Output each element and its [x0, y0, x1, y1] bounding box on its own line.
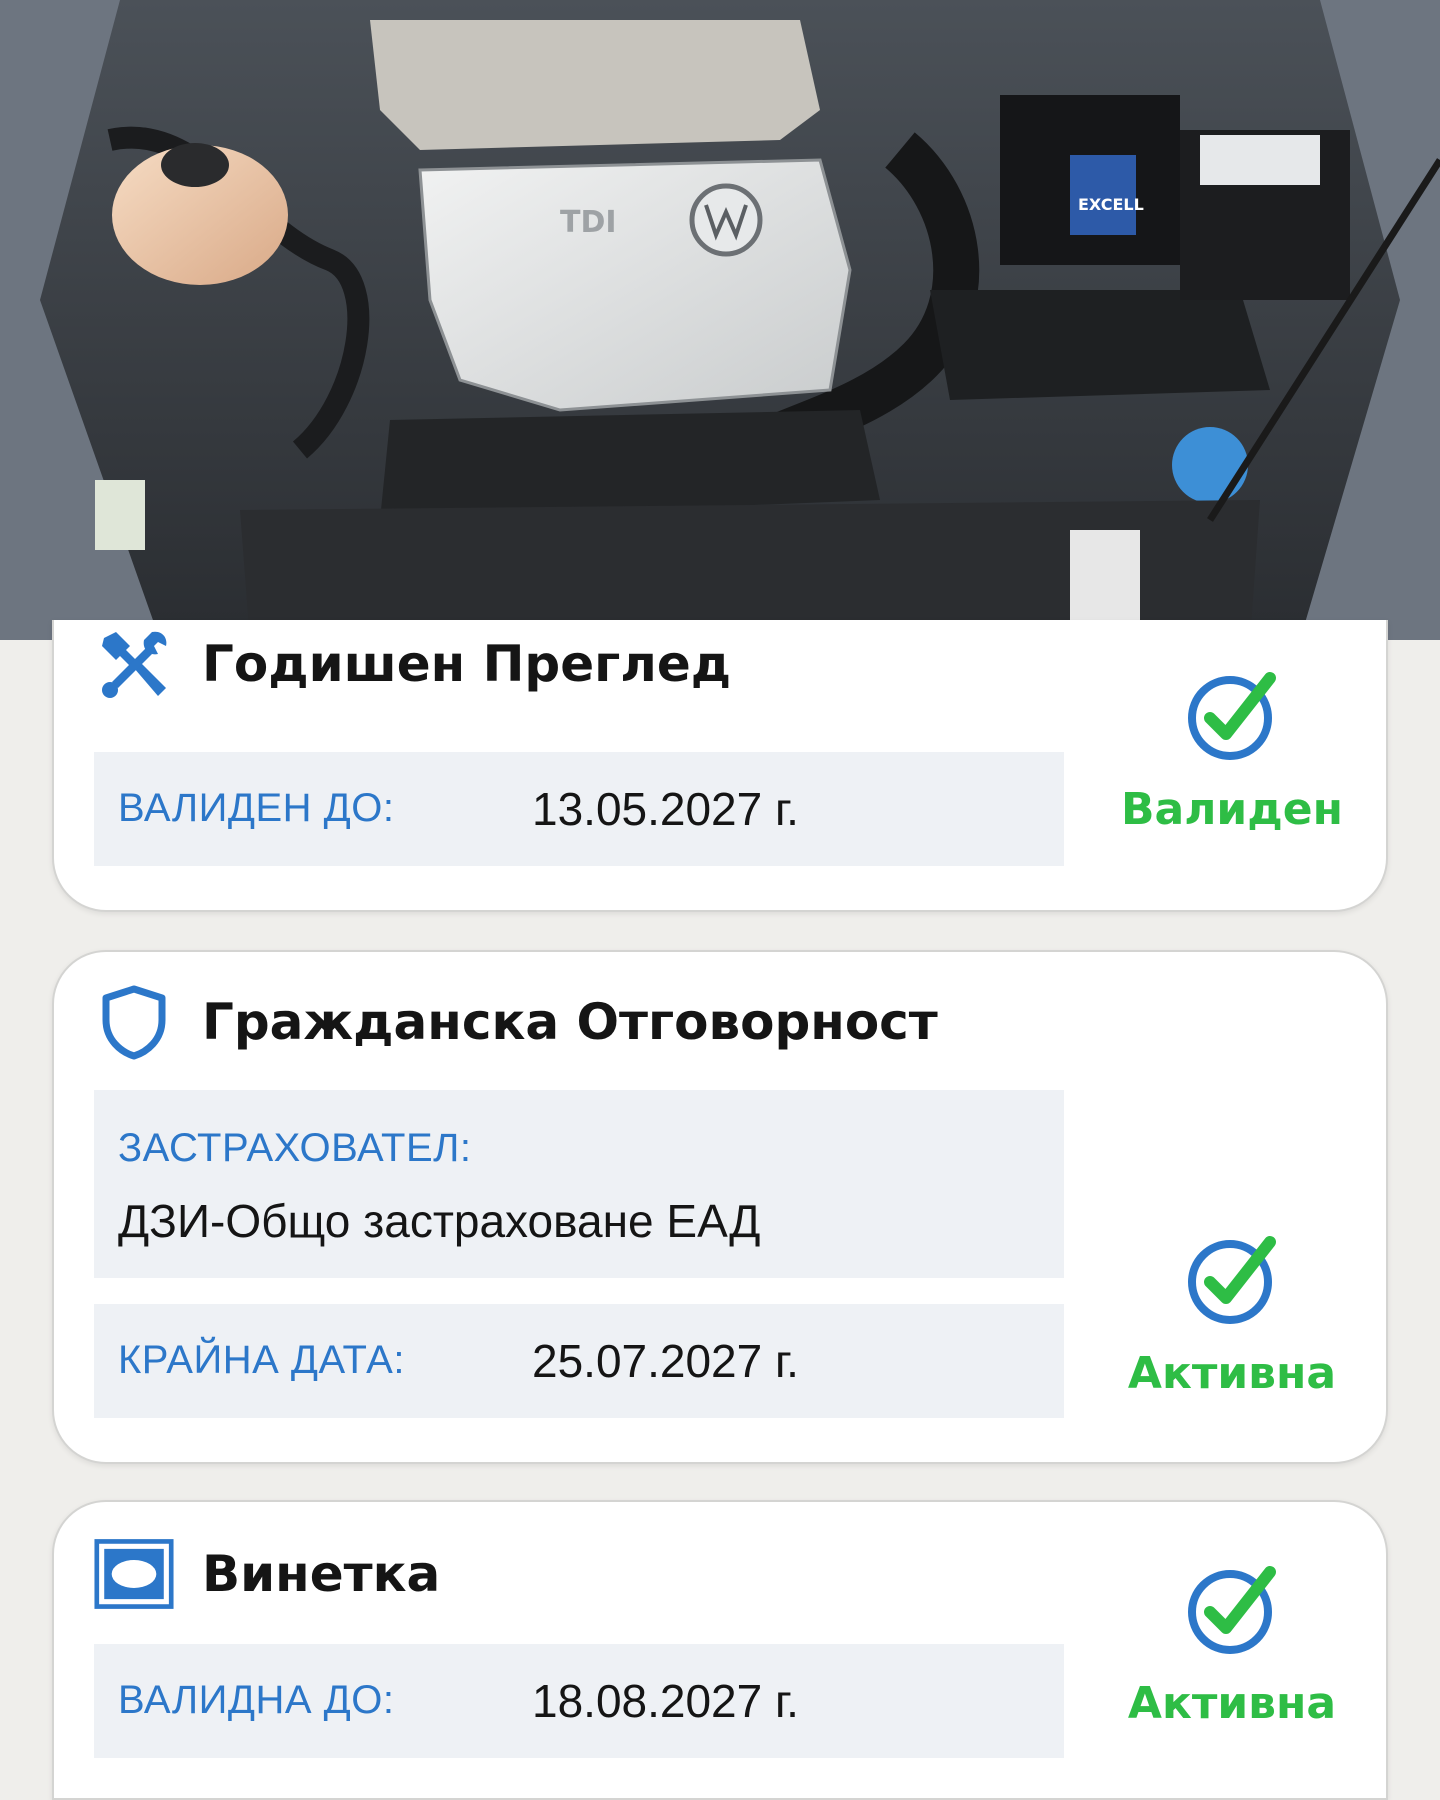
vignette-title: Винетка	[94, 1534, 440, 1614]
vignette-valid-until-value: 18.08.2027 г.	[532, 1675, 799, 1727]
check-circle-icon	[1186, 1234, 1278, 1330]
inspection-status-text: Валиден	[1120, 784, 1344, 835]
vignette-valid-until-label: ВАЛИДНА ДО:	[118, 1678, 395, 1722]
insurance-card[interactable]: Гражданска Отговорност ЗАСТРАХОВАТЕЛ: ДЗ…	[52, 950, 1388, 1464]
insurance-end-date-row: КРАЙНА ДАТА: 25.07.2027 г.	[94, 1304, 1064, 1418]
insurance-title-text: Гражданска Отговорност	[202, 993, 938, 1051]
insurer-value: ДЗИ-Общо застраховане ЕАД	[118, 1195, 761, 1247]
inspection-title-text: Годишен Преглед	[202, 635, 732, 693]
inspection-status: Валиден	[1102, 670, 1362, 835]
insurance-end-date-label: КРАЙНА ДАТА:	[118, 1338, 405, 1382]
inspection-title: Годишен Преглед	[94, 624, 731, 704]
shield-icon	[94, 982, 174, 1062]
engine-bay-photo: TDI EXCELL	[0, 0, 1440, 640]
inspection-valid-until-label: ВАЛИДЕН ДО:	[118, 786, 395, 830]
vignette-icon	[94, 1534, 174, 1614]
vignette-valid-until-row: ВАЛИДНА ДО: 18.08.2027 г.	[94, 1644, 1064, 1758]
check-circle-icon	[1186, 670, 1278, 766]
engine-badge: TDI	[560, 205, 617, 240]
inspection-valid-until-row: ВАЛИДЕН ДО: 13.05.2027 г.	[94, 752, 1064, 866]
insurance-status: Активна	[1102, 1234, 1362, 1399]
vignette-title-text: Винетка	[202, 1545, 441, 1603]
inspection-card[interactable]: Годишен Преглед ВАЛИДЕН ДО: 13.05.2027 г…	[52, 620, 1388, 912]
insurer-row: ЗАСТРАХОВАТЕЛ: ДЗИ-Общо застраховане ЕАД	[94, 1090, 1064, 1278]
insurance-end-date-value: 25.07.2027 г.	[532, 1335, 799, 1387]
vignette-status-text: Активна	[1127, 1678, 1337, 1729]
vignette-status: Активна	[1102, 1564, 1362, 1729]
vignette-card[interactable]: Винетка ВАЛИДНА ДО: 18.08.2027 г. Активн…	[52, 1500, 1388, 1800]
battery-label: EXCELL	[1078, 195, 1144, 214]
check-circle-icon	[1186, 1564, 1278, 1660]
insurer-label: ЗАСТРАХОВАТЕЛ:	[118, 1126, 472, 1170]
insurance-status-text: Активна	[1127, 1348, 1337, 1399]
inspection-valid-until-value: 13.05.2027 г.	[532, 783, 799, 835]
tools-icon	[94, 624, 174, 704]
insurance-title: Гражданска Отговорност	[94, 982, 938, 1062]
